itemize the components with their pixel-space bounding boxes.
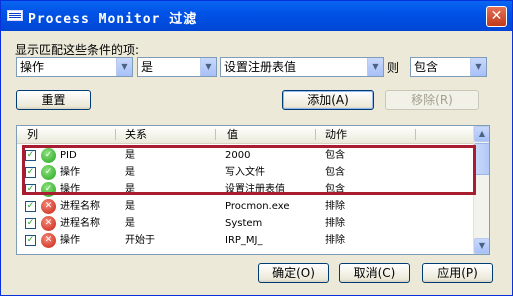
- row-checkbox[interactable]: ✓: [25, 201, 36, 212]
- filter-dialog: Process Monitor 过滤 ✕ 显示匹配这些条件的项: 操作 ▼ 是 …: [0, 0, 513, 296]
- header-action[interactable]: 动作: [325, 127, 347, 142]
- add-button[interactable]: 添加(A): [282, 90, 374, 110]
- cell-column: 操作: [60, 235, 80, 246]
- cell-column: 进程名称: [60, 201, 100, 212]
- cell-relation: 是: [125, 201, 135, 212]
- table-row[interactable]: ✓ ✕ 进程名称 是 System 排除: [17, 215, 473, 232]
- cell-value: System: [225, 218, 263, 229]
- cell-action: 排除: [325, 218, 345, 229]
- title-bar[interactable]: Process Monitor 过滤 ✕: [1, 1, 512, 31]
- close-button[interactable]: ✕: [486, 6, 507, 27]
- action-select-value: 包含: [414, 60, 439, 74]
- filter-label: 显示匹配这些条件的项:: [15, 43, 140, 57]
- row-checkbox[interactable]: ✓: [25, 218, 36, 229]
- window-title: Process Monitor 过滤: [28, 12, 198, 27]
- chevron-down-icon[interactable]: ▼: [200, 58, 216, 76]
- ok-button[interactable]: 确定(O): [258, 263, 329, 283]
- relation-select[interactable]: 是 ▼: [137, 57, 217, 77]
- cell-action: 排除: [325, 201, 345, 212]
- scroll-down-icon[interactable]: ▼: [474, 238, 489, 254]
- apply-button[interactable]: 应用(P): [422, 263, 493, 283]
- relation-select-value: 是: [141, 60, 154, 74]
- exclude-x-icon: ✕: [41, 216, 56, 231]
- column-select-value: 操作: [20, 60, 45, 74]
- chevron-down-icon[interactable]: ▼: [470, 58, 486, 76]
- header-separator[interactable]: [115, 129, 116, 140]
- table-row[interactable]: ✓ ✕ 进程名称 是 Procmon.exe 排除: [17, 198, 473, 215]
- exclude-x-icon: ✕: [41, 233, 56, 248]
- row-checkbox[interactable]: ✓: [25, 235, 36, 246]
- reset-button[interactable]: 重置: [16, 90, 91, 110]
- value-combo-value: 设置注册表值: [224, 60, 297, 74]
- value-combo[interactable]: 设置注册表值 ▼: [220, 57, 384, 77]
- table-row[interactable]: ✓ ✕ 操作 开始于 IRP_MJ_ 排除: [17, 232, 473, 249]
- exclude-x-icon: ✕: [41, 199, 56, 214]
- header-separator[interactable]: [315, 129, 316, 140]
- cell-column: 进程名称: [60, 218, 100, 229]
- list-header: 列 关系 值 动作: [17, 126, 473, 144]
- scroll-up-icon[interactable]: ▲: [474, 126, 489, 142]
- column-select[interactable]: 操作 ▼: [16, 57, 133, 77]
- header-relation[interactable]: 关系: [125, 127, 147, 142]
- chevron-down-icon[interactable]: ▼: [367, 58, 383, 76]
- header-separator[interactable]: [215, 129, 216, 140]
- cell-value: Procmon.exe: [225, 201, 290, 212]
- action-select[interactable]: 包含 ▼: [410, 57, 487, 77]
- cell-relation: 是: [125, 218, 135, 229]
- scroll-thumb[interactable]: [474, 143, 489, 175]
- cancel-button[interactable]: 取消(C): [339, 263, 410, 283]
- highlight-box: [22, 145, 476, 195]
- cell-value: IRP_MJ_: [225, 235, 263, 246]
- then-label: 则: [387, 61, 400, 75]
- header-column[interactable]: 列: [27, 127, 38, 142]
- header-separator[interactable]: [415, 129, 416, 140]
- cell-action: 排除: [325, 235, 345, 246]
- remove-button[interactable]: 移除(R): [385, 90, 479, 110]
- window-icon: [7, 10, 23, 21]
- chevron-down-icon[interactable]: ▼: [116, 58, 132, 76]
- header-value[interactable]: 值: [227, 127, 238, 142]
- cell-relation: 开始于: [125, 235, 155, 246]
